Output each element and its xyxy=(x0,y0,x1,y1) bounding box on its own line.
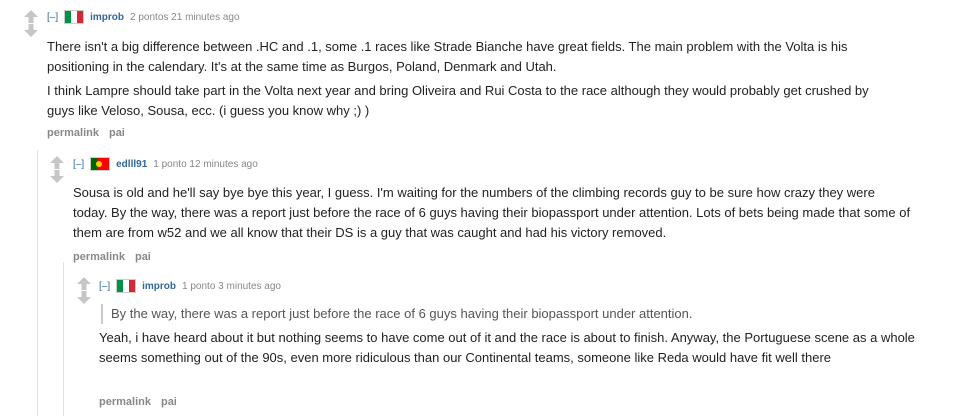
collapse-button[interactable]: [–] xyxy=(47,12,58,23)
portugal-flag-icon xyxy=(90,157,111,171)
comment-paragraph: Sousa is old and he'll say bye bye this … xyxy=(73,185,911,240)
comment-buttons: permalink pai xyxy=(73,251,161,263)
collapse-button[interactable]: [–] xyxy=(73,159,84,170)
score: 1 ponto xyxy=(182,280,216,292)
comment-body: There isn't a big difference between .HC… xyxy=(47,37,892,121)
comment-buttons: permalink pai xyxy=(47,127,135,139)
comment-tagline: [–] edlll91 1 ponto 12 minutes ago xyxy=(73,157,258,171)
comment-body: By the way, there was a report just befo… xyxy=(99,304,941,368)
vote-arrows xyxy=(24,10,38,37)
timestamp: 12 minutes ago xyxy=(189,158,258,170)
downvote-arrow-icon[interactable] xyxy=(24,24,38,37)
permalink-button[interactable]: permalink xyxy=(73,251,125,263)
comment-body: Sousa is old and he'll say bye bye this … xyxy=(73,183,913,243)
thread-line xyxy=(37,150,38,416)
downvote-arrow-icon[interactable] xyxy=(77,291,91,304)
timestamp: 21 minutes ago xyxy=(171,11,240,23)
comment-tagline: [–] improb 2 pontos 21 minutes ago xyxy=(47,10,240,24)
author-link[interactable]: improb xyxy=(90,12,124,23)
author-link[interactable]: edlll91 xyxy=(116,159,147,170)
vote-arrows xyxy=(77,277,91,304)
vote-arrows xyxy=(50,156,64,183)
author-link[interactable]: improb xyxy=(142,281,176,292)
parent-button[interactable]: pai xyxy=(135,251,151,263)
italy-flag-icon xyxy=(64,10,85,24)
parent-button[interactable]: pai xyxy=(109,127,125,139)
comment-tagline: [–] improb 1 ponto 3 minutes ago xyxy=(99,279,281,293)
thread-line xyxy=(63,262,64,416)
score: 1 ponto xyxy=(153,158,187,170)
permalink-button[interactable]: permalink xyxy=(47,127,99,139)
comment-paragraph: There isn't a big difference between .HC… xyxy=(47,39,848,74)
score: 2 pontos xyxy=(130,11,169,23)
permalink-button[interactable]: permalink xyxy=(99,396,151,408)
upvote-arrow-icon[interactable] xyxy=(50,156,64,169)
parent-button[interactable]: pai xyxy=(161,396,177,408)
downvote-arrow-icon[interactable] xyxy=(50,170,64,183)
upvote-arrow-icon[interactable] xyxy=(24,10,38,23)
collapse-button[interactable]: [–] xyxy=(99,281,110,292)
comment-buttons: permalink pai xyxy=(99,396,187,408)
timestamp: 3 minutes ago xyxy=(218,280,281,292)
upvote-arrow-icon[interactable] xyxy=(77,277,91,290)
comment-paragraph: I think Lampre should take part in the V… xyxy=(47,83,869,118)
blockquote: By the way, there was a report just befo… xyxy=(101,304,941,324)
italy-flag-icon xyxy=(116,279,137,293)
comment-paragraph: Yeah, i have heard about it but nothing … xyxy=(99,330,915,365)
